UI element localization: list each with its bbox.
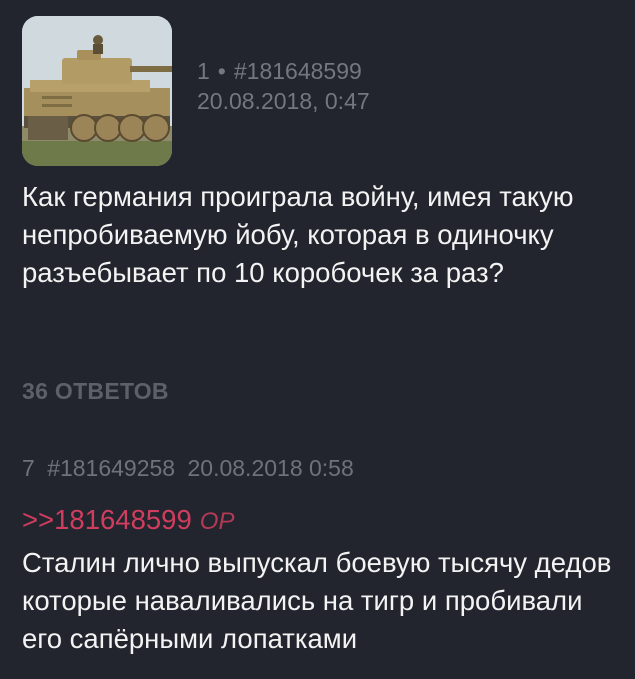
replies-count-button[interactable]: 36 ОТВЕТОВ [22,378,169,405]
op-datetime: 20.08.2018, 0:47 [197,88,370,114]
op-post-text: Как германия проиграла войну, имея такую… [22,181,574,288]
quote-link[interactable]: >>181648599 [22,504,192,535]
op-index: 1 [197,58,210,84]
reply-meta: 7 #181649258 20.08.2018 0:58 [22,455,360,482]
op-badge: OP [199,508,235,535]
op-post-number[interactable]: #181648599 [234,56,362,86]
post-thumbnail[interactable] [22,16,172,166]
op-meta: 1 • #181648599 20.08.2018, 0:47 [197,56,370,116]
thread-view: 1 • #181648599 20.08.2018, 0:47 Как герм… [0,0,635,679]
reply-datetime: 20.08.2018 0:58 [187,455,354,481]
tank-image-icon [22,16,172,166]
reply-quote-line: >>181648599 OP [22,504,234,536]
meta-separator: • [217,58,226,84]
reply-post-number[interactable]: #181649258 [47,455,175,481]
reply-index: 7 [22,455,35,481]
reply-post-text: Сталин лично выпускал боевую тысячу дедо… [22,547,612,654]
